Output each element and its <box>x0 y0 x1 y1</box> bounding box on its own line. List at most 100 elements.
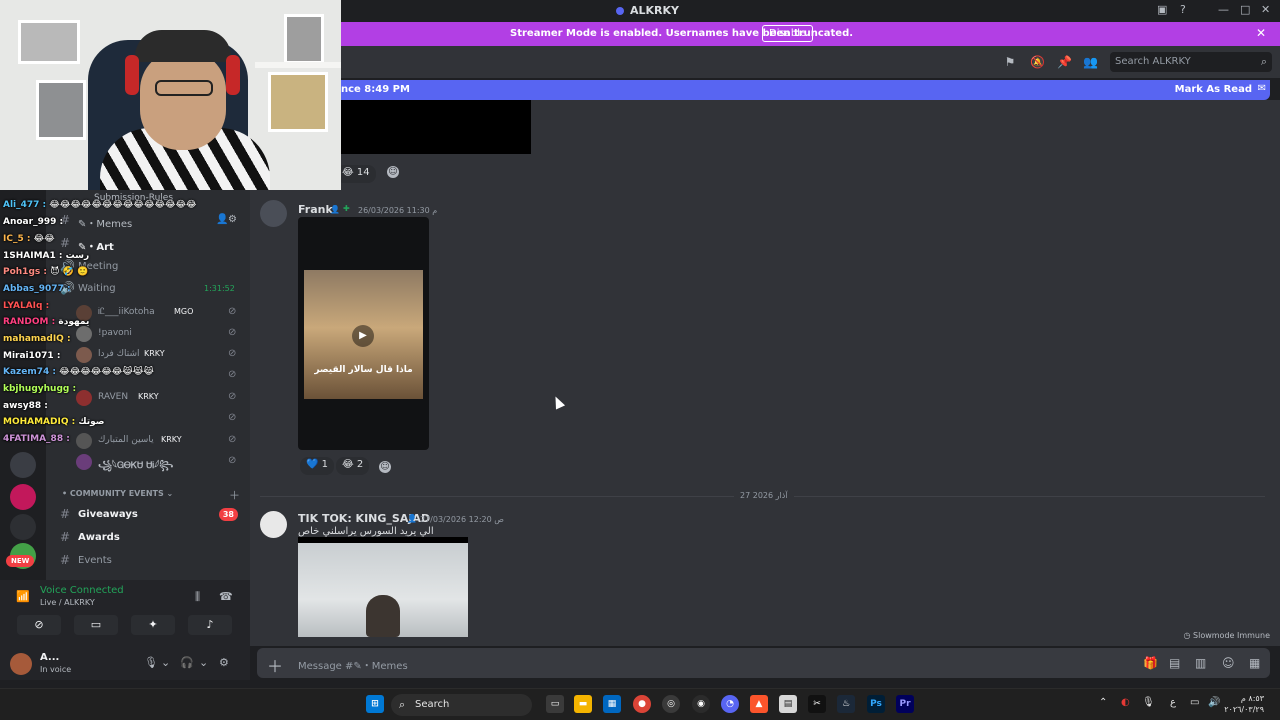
stream-chat-line: Kazem74 : 😂😂😂😂😂😂😹😹😹 <box>3 367 154 377</box>
file-explorer-icon[interactable]: ▬ <box>574 695 592 713</box>
muted-icon: ⊘ <box>228 455 237 466</box>
voice-channel-name[interactable]: Live / ALKRKY <box>40 598 95 607</box>
screen-share-button[interactable]: ▭ <box>74 615 118 635</box>
close-button[interactable]: ✕ <box>1261 3 1270 16</box>
voice-connected-status[interactable]: Voice Connected <box>40 585 124 596</box>
hash-icon: # <box>60 530 71 544</box>
avatar[interactable] <box>260 511 287 538</box>
minimize-button[interactable]: — <box>1218 3 1229 16</box>
composer-placeholder: Message #✎・Memes <box>298 661 408 672</box>
soundboard-button[interactable]: ♪ <box>188 615 232 635</box>
sticker-icon[interactable]: ▥ <box>1195 656 1206 670</box>
noise-suppression-icon[interactable]: ⫼ <box>195 590 200 604</box>
language-indicator[interactable]: ع <box>1170 697 1176 708</box>
microphone-icon[interactable]: 🎙 <box>144 656 158 669</box>
pin-icon[interactable]: 📌 <box>1057 55 1072 69</box>
message-author[interactable]: Frank <box>298 203 333 216</box>
create-channel-icon[interactable]: ＋ <box>229 487 240 503</box>
threads-icon[interactable]: ⚑ <box>1003 55 1017 69</box>
new-messages-bar[interactable]: nce 8:49 PM Mark As Read ✉ <box>341 80 1270 100</box>
document-icon[interactable]: ▤ <box>779 695 797 713</box>
store-icon[interactable]: ▦ <box>603 695 621 713</box>
maximize-button[interactable]: □ <box>1240 3 1250 16</box>
gift-icon[interactable]: 🎁 <box>1143 656 1158 670</box>
notification-bell-icon[interactable]: 🔕 <box>1030 55 1045 69</box>
reaction-emoji: 😂 <box>342 459 354 470</box>
brave-icon[interactable]: ▲ <box>750 695 768 713</box>
stream-chat-text: 😂😂😂😂😂😂😹😹😹 <box>59 367 154 377</box>
user-name[interactable]: A... <box>40 652 59 663</box>
face <box>140 50 226 150</box>
stream-chat-user: RANDOM : <box>3 317 56 327</box>
member-list-icon[interactable]: 👥 <box>1083 55 1098 69</box>
apps-icon[interactable]: ▦ <box>1249 656 1260 670</box>
steam-like-icon[interactable]: ◉ <box>692 695 710 713</box>
chevron-down-icon[interactable]: ⌄ <box>161 656 170 669</box>
video-attachment[interactable]: ▶ ماذا قال سالار القيصر <box>298 217 429 450</box>
server-icon[interactable] <box>10 484 36 510</box>
emoji-icon[interactable]: ☺ <box>1222 656 1235 670</box>
stream-chat-text: 😈 🤣 🙂 <box>50 267 89 277</box>
tray-app-icon[interactable]: ◐ <box>1121 697 1130 708</box>
disconnect-icon[interactable]: ☎ <box>219 590 233 603</box>
capcut-icon[interactable]: ✂ <box>808 695 826 713</box>
image-subject <box>366 595 400 637</box>
steam-icon[interactable]: ♨ <box>837 695 855 713</box>
add-reaction-icon[interactable]: ☺ <box>387 166 399 178</box>
server-icon[interactable] <box>10 514 36 540</box>
reaction-count: 2 <box>356 459 364 470</box>
clock[interactable]: ٨:٥٣ م ٢٠٢٦/٠٣/٢٩ <box>1224 693 1264 715</box>
video-off-button[interactable]: ⊘ <box>17 615 61 635</box>
microphone-icon[interactable]: 🎙 <box>1142 697 1155 708</box>
image-attachment[interactable] <box>298 537 468 637</box>
reaction-laugh[interactable]: 😂 2 <box>336 457 370 475</box>
chevron-down-icon[interactable]: ⌄ <box>199 656 208 669</box>
stream-chat-line: Abbas_9077 : <box>3 284 71 294</box>
reaction-count: 14 <box>356 167 370 178</box>
streamer-badge-icon: 👤 <box>407 514 417 523</box>
mark-as-read-button[interactable]: Mark As Read <box>1175 84 1252 95</box>
headphones-icon[interactable]: 🎧 <box>180 656 194 669</box>
screen-share-icon[interactable]: ▣ <box>1157 3 1167 16</box>
photoshop-icon[interactable]: Ps <box>867 695 885 713</box>
attach-plus-icon[interactable]: ＋ <box>267 653 283 677</box>
network-icon[interactable]: ▭ <box>1190 697 1199 708</box>
task-view-icon[interactable]: ▭ <box>546 695 564 713</box>
start-icon[interactable]: ⊞ <box>366 695 384 713</box>
mark-read-icon: ✉ <box>1257 83 1266 94</box>
discord-icon[interactable]: ◔ <box>721 695 739 713</box>
reaction-laugh[interactable]: 😂 14 <box>336 165 376 183</box>
app-icon[interactable]: ◎ <box>662 695 680 713</box>
user-avatar[interactable] <box>10 653 32 675</box>
reaction-heart[interactable]: 💙 1 <box>300 457 335 475</box>
category-community-events[interactable]: • COMMUNITY EVENTS ⌄ <box>62 489 173 498</box>
stream-chat-overlay: Ali_477 : 😂😂😂😂😂😂😂😂😂😂😂😂😂😂 Anoar_999 : IC_… <box>0 196 260 456</box>
channel-awards[interactable]: # Awards <box>46 527 246 549</box>
chrome-icon[interactable]: ● <box>633 695 651 713</box>
banner-close-icon[interactable]: ✕ <box>1256 26 1266 40</box>
signal-icon[interactable]: 📶 <box>16 590 30 603</box>
add-reaction-icon[interactable]: ☺ <box>379 461 391 473</box>
search-input[interactable]: Search ALKRKY ⌕ <box>1110 52 1272 72</box>
previous-attachment[interactable] <box>341 100 531 154</box>
chevron-up-icon[interactable]: ⌃ <box>1099 697 1107 708</box>
help-icon[interactable]: ? <box>1180 3 1186 16</box>
message-composer[interactable]: ＋ Message #✎・Memes 🎁 ▤ ▥ ☺ ▦ <box>257 648 1270 678</box>
video-thumbnail[interactable]: ▶ ماذا قال سالار القيصر <box>304 270 423 399</box>
volume-icon[interactable]: 🔊 <box>1208 697 1220 708</box>
gif-icon[interactable]: ▤ <box>1169 656 1180 670</box>
channel-events[interactable]: # Events <box>46 550 246 572</box>
taskbar-search[interactable]: ⌕ Search <box>391 694 532 716</box>
disable-button[interactable]: Disable <box>762 25 814 42</box>
avatar[interactable] <box>260 200 287 227</box>
channel-giveaways[interactable]: # Giveaways 38 <box>46 504 246 526</box>
activities-button[interactable]: ✦ <box>131 615 175 635</box>
premiere-icon[interactable]: Pr <box>896 695 914 713</box>
slowmode-text: Slowmode Immune <box>1193 631 1270 640</box>
streamer-mode-banner: Streamer Mode is enabled. Usernames have… <box>341 22 1280 46</box>
avatar <box>76 454 92 470</box>
stream-chat-user: 4FATIMA_88 : <box>3 434 70 444</box>
play-icon[interactable]: ▶ <box>352 325 374 347</box>
stream-chat-user: Kazem74 : <box>3 367 57 377</box>
user-settings-gear-icon[interactable]: ⚙ <box>219 656 229 669</box>
